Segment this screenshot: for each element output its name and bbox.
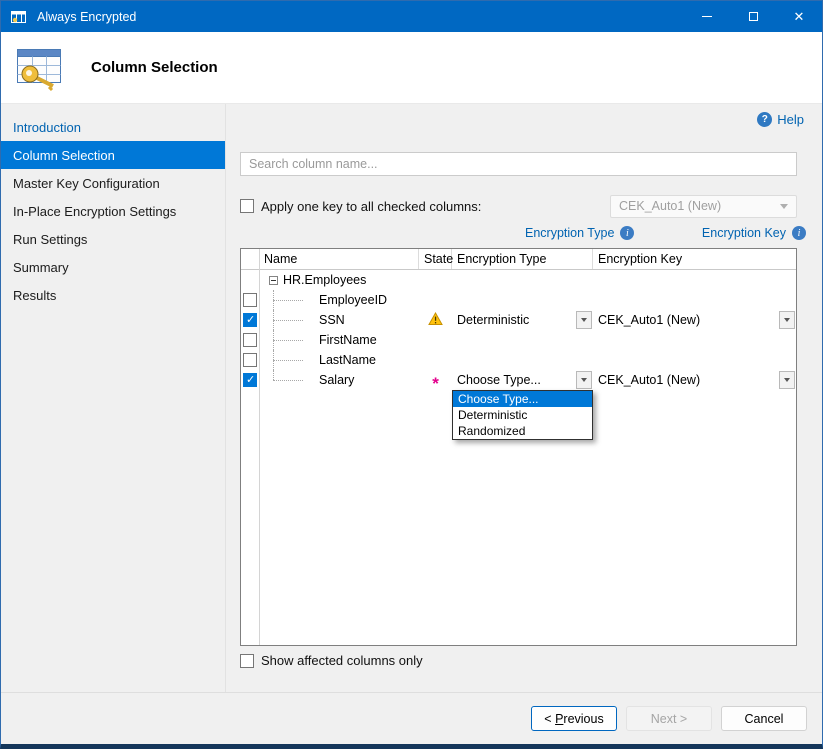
tree-guide — [259, 330, 319, 350]
close-button[interactable] — [776, 1, 822, 32]
encryption-type-link[interactable]: Encryption Type — [525, 226, 634, 240]
sidebar-item-results[interactable]: Results — [1, 281, 225, 309]
tree-collapse-icon[interactable] — [269, 276, 278, 285]
sidebar-item-run-settings[interactable]: Run Settings — [1, 225, 225, 253]
next-button[interactable]: Next > — [626, 706, 712, 731]
table-row-employeeid: EmployeeID — [241, 290, 796, 310]
search-input[interactable] — [240, 152, 797, 176]
tree-guide — [259, 350, 319, 370]
wizard-steps-sidebar: Introduction Column Selection Master Key… — [1, 104, 226, 692]
apply-key-row: Apply one key to all checked columns: CE… — [240, 194, 797, 218]
show-affected-label: Show affected columns only — [261, 653, 423, 668]
apply-key-label: Apply one key to all checked columns: — [261, 199, 481, 214]
help-icon — [757, 112, 772, 127]
always-encrypted-wizard-window: Always Encrypted Column Selection — [0, 0, 823, 749]
window-titlebar: Always Encrypted — [1, 1, 822, 32]
required-asterisk-icon — [432, 379, 439, 389]
page-title: Column Selection — [91, 59, 218, 76]
info-icon[interactable] — [792, 226, 806, 240]
help-link[interactable]: Help — [757, 112, 804, 127]
encryption-key-value: CEK_Auto1 (New) — [593, 373, 700, 387]
column-header-encryption-type: Encryption Type — [452, 249, 593, 269]
column-header-name: Name — [259, 249, 419, 269]
encryption-key-value: CEK_Auto1 (New) — [593, 313, 700, 327]
table-group-name: HR.Employees — [283, 273, 366, 287]
tree-guide — [259, 370, 319, 390]
row-checkbox-firstname[interactable] — [243, 333, 257, 347]
table-row-salary: Salary Choose Type... CEK_Auto1 (New) — [241, 370, 796, 390]
show-affected-row: Show affected columns only — [240, 653, 423, 668]
menu-item-randomized[interactable]: Randomized — [453, 423, 592, 439]
row-checkbox-ssn[interactable] — [243, 313, 257, 327]
columns-grid: Name State Encryption Type Encryption Ke… — [240, 248, 797, 646]
wizard-footer: < Previous Next > Cancel — [1, 692, 822, 744]
sidebar-item-in-place-encryption-settings[interactable]: In-Place Encryption Settings — [1, 197, 225, 225]
column-header-state: State — [419, 249, 452, 269]
cancel-button[interactable]: Cancel — [721, 706, 807, 731]
app-icon — [10, 9, 28, 25]
close-icon — [794, 8, 805, 26]
row-checkbox-lastname[interactable] — [243, 353, 257, 367]
encryption-type-value: Deterministic — [452, 313, 529, 327]
sidebar-item-summary[interactable]: Summary — [1, 253, 225, 281]
warning-icon — [428, 312, 443, 329]
menu-item-deterministic[interactable]: Deterministic — [453, 407, 592, 423]
menu-item-choose-type[interactable]: Choose Type... — [453, 391, 592, 407]
help-label: Help — [777, 112, 804, 127]
column-name: LastName — [319, 353, 376, 367]
apply-key-combo[interactable]: CEK_Auto1 (New) — [610, 195, 797, 218]
table-row-firstname: FirstName — [241, 330, 796, 350]
sidebar-item-master-key-configuration[interactable]: Master Key Configuration — [1, 169, 225, 197]
apply-key-combo-value: CEK_Auto1 (New) — [619, 199, 721, 213]
grid-header-row: Name State Encryption Type Encryption Ke… — [241, 249, 796, 270]
column-header-checkbox — [241, 249, 259, 269]
show-affected-checkbox[interactable] — [240, 654, 254, 668]
encryption-type-menu: Choose Type... Deterministic Randomized — [452, 390, 593, 440]
table-row-lastname: LastName — [241, 350, 796, 370]
column-name: FirstName — [319, 333, 377, 347]
column-selection-icon — [15, 44, 67, 92]
sidebar-item-introduction[interactable]: Introduction — [1, 113, 225, 141]
tree-guide — [259, 290, 319, 310]
column-name: Salary — [319, 373, 354, 387]
apply-key-checkbox[interactable] — [240, 199, 254, 213]
info-icon[interactable] — [620, 226, 634, 240]
table-row-ssn: SSN Deterministic — [241, 310, 796, 330]
sidebar-item-column-selection[interactable]: Column Selection — [1, 141, 225, 169]
minimize-icon — [702, 16, 712, 17]
table-row-group: HR.Employees — [241, 270, 796, 290]
encryption-key-dropdown-button[interactable] — [779, 311, 795, 329]
main-panel: Help Apply one key to all checked column… — [226, 104, 822, 692]
tree-guide — [259, 310, 319, 330]
column-name: SSN — [319, 313, 345, 327]
maximize-button[interactable] — [730, 1, 776, 32]
encryption-type-dropdown-button[interactable] — [576, 371, 592, 389]
row-checkbox-employeeid[interactable] — [243, 293, 257, 307]
wizard-header: Column Selection — [1, 32, 822, 104]
window-title: Always Encrypted — [37, 10, 136, 24]
encryption-type-dropdown-button[interactable] — [576, 311, 592, 329]
column-name: EmployeeID — [319, 293, 387, 307]
encryption-key-link-label: Encryption Key — [702, 226, 786, 240]
row-checkbox-salary[interactable] — [243, 373, 257, 387]
encryption-key-link[interactable]: Encryption Key — [702, 226, 806, 240]
column-header-encryption-key: Encryption Key — [593, 249, 796, 269]
encryption-type-link-label: Encryption Type — [525, 226, 614, 240]
chevron-down-icon — [780, 204, 788, 209]
previous-button[interactable]: < Previous — [531, 706, 617, 731]
encryption-type-value: Choose Type... — [452, 373, 541, 387]
maximize-icon — [749, 12, 758, 21]
encryption-key-dropdown-button[interactable] — [779, 371, 795, 389]
minimize-button[interactable] — [684, 1, 730, 32]
